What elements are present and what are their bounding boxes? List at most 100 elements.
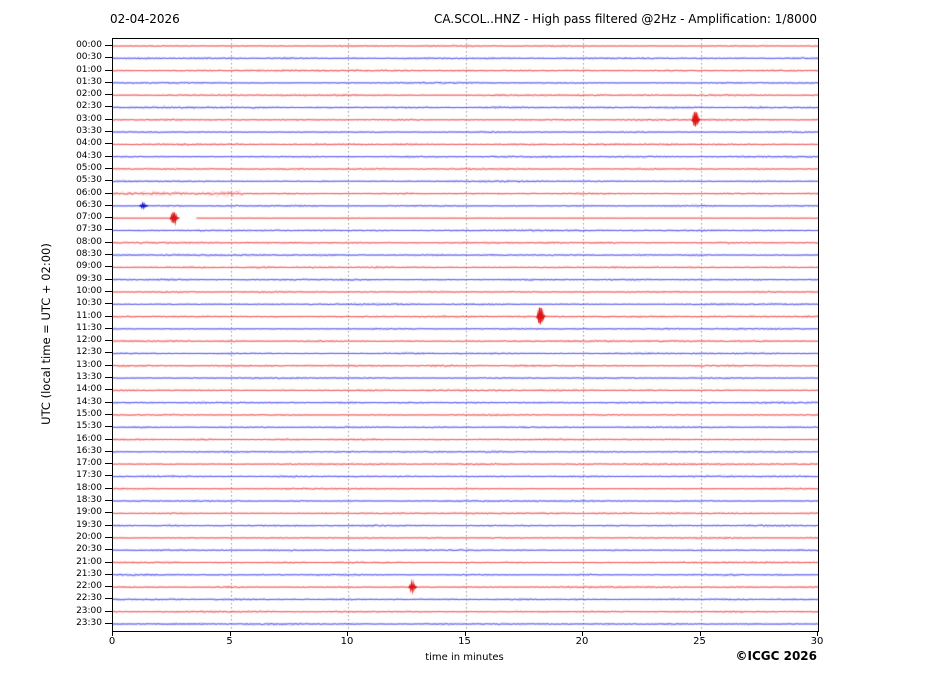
y-tick-label: 13:00 [76,359,102,370]
helicorder-figure: 02-04-2026 CA.SCOL..HNZ - High pass filt… [0,0,927,696]
y-tick-mark [105,119,112,120]
x-tick-label: 25 [693,636,706,647]
y-tick-mark [105,562,112,563]
y-tick-label: 21:00 [76,556,102,567]
y-tick-label: 23:30 [76,618,102,628]
x-axis-label: time in minutes [425,652,504,663]
y-tick-mark [105,475,112,476]
y-tick-label: 04:00 [76,138,102,149]
x-tick-mark [582,631,583,636]
y-tick-mark [105,70,112,71]
y-tick-mark [105,328,112,329]
y-tick-mark [105,463,112,464]
y-tick-mark [105,45,112,46]
y-tick-label: 18:30 [76,495,102,506]
y-tick-label: 09:30 [76,273,102,284]
y-tick-label: 01:30 [76,76,102,87]
y-tick-mark [105,414,112,415]
y-tick-mark [105,439,112,440]
y-tick-mark [105,57,112,58]
y-tick-label: 19:30 [76,519,102,530]
y-tick-mark [105,500,112,501]
y-tick-label: 08:00 [76,236,102,247]
y-tick-label: 03:30 [76,126,102,137]
y-tick-label: 22:30 [76,593,102,604]
y-tick-label: 22:00 [76,581,102,592]
seismogram-canvas [113,39,818,631]
y-tick-mark [105,623,112,624]
y-tick-mark [105,426,112,427]
y-tick-mark [105,106,112,107]
y-tick-label: 11:30 [76,322,102,333]
y-tick-label: 01:00 [76,64,102,75]
y-tick-label: 16:00 [76,433,102,444]
y-tick-label: 08:30 [76,249,102,260]
x-tick-label: 30 [810,636,824,647]
y-tick-mark [105,402,112,403]
x-tick-mark [230,631,231,636]
y-tick-mark [105,131,112,132]
y-tick-mark [105,82,112,83]
y-tick-mark [105,586,112,587]
y-tick-mark [105,389,112,390]
y-tick-label: 06:30 [76,199,102,210]
y-tick-label: 05:30 [76,175,102,186]
x-tick-label: 15 [458,636,471,647]
y-tick-label: 10:00 [76,285,102,296]
x-tick-mark [465,631,466,636]
x-tick-label: 20 [575,636,589,647]
y-tick-label: 11:00 [76,310,102,321]
y-tick-label: 13:30 [76,372,102,383]
y-tick-mark [105,193,112,194]
y-tick-label: 16:30 [76,445,102,456]
x-tick-label: 5 [226,636,233,647]
station-title: CA.SCOL..HNZ - High pass filtered @2Hz -… [434,12,817,26]
y-tick-label: 19:00 [76,507,102,518]
y-tick-mark [105,217,112,218]
y-tick-label: 18:00 [76,482,102,493]
y-tick-label: 07:30 [76,224,102,235]
y-tick-label: 04:30 [76,150,102,161]
y-tick-mark [105,291,112,292]
y-tick-mark [105,316,112,317]
y-tick-mark [105,352,112,353]
y-tick-mark [105,598,112,599]
x-tick-label: 10 [340,636,354,647]
y-tick-label: 03:00 [76,113,102,124]
y-tick-label: 02:30 [76,101,102,112]
copyright-text: ©ICGC 2026 [735,649,817,663]
y-tick-mark [105,254,112,255]
x-tick-mark [817,631,818,636]
x-tick-mark [347,631,348,636]
y-tick-label: 00:30 [76,52,102,63]
y-tick-label: 09:00 [76,261,102,272]
plot-area [112,38,819,632]
x-tick-label: 0 [108,636,116,647]
y-tick-label: 06:00 [76,187,102,198]
y-tick-label: 00:00 [76,40,102,50]
x-tick-mark [700,631,701,636]
y-tick-label: 15:00 [76,408,102,419]
y-tick-label: 23:00 [76,605,102,616]
y-tick-mark [105,574,112,575]
y-tick-mark [105,611,112,612]
y-tick-mark [105,525,112,526]
y-tick-mark [105,242,112,243]
y-tick-mark [105,168,112,169]
y-tick-label: 12:30 [76,347,102,358]
y-tick-label: 20:00 [76,531,102,542]
y-tick-label: 05:00 [76,162,102,173]
y-tick-mark [105,143,112,144]
y-tick-mark [105,340,112,341]
y-tick-mark [105,303,112,304]
y-tick-label: 12:00 [76,335,102,346]
y-tick-mark [105,512,112,513]
y-tick-mark [105,94,112,95]
y-tick-label: 02:00 [76,89,102,100]
y-tick-mark [105,205,112,206]
x-tick-mark [112,631,113,636]
y-tick-label: 14:00 [76,384,102,395]
y-tick-label: 20:30 [76,544,102,555]
y-tick-mark [105,229,112,230]
y-tick-label: 10:30 [76,298,102,309]
